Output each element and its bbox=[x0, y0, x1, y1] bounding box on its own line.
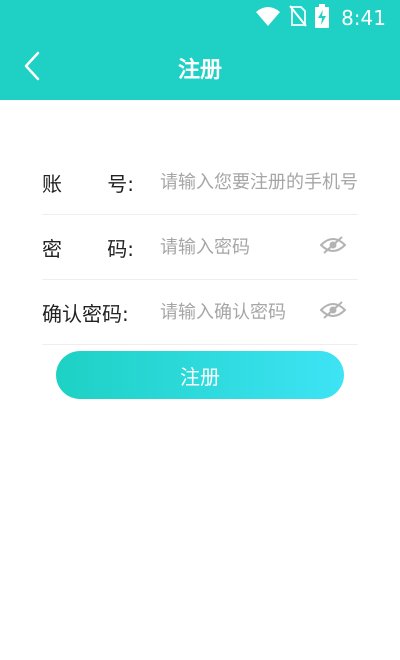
confirm-password-label: 确认密码: bbox=[42, 298, 154, 327]
header: 8:41 注册 bbox=[0, 0, 400, 100]
account-label-part1: 账 bbox=[42, 171, 62, 196]
page-title: 注册 bbox=[177, 58, 222, 83]
password-visibility-toggle[interactable] bbox=[319, 235, 347, 259]
eye-hidden-icon bbox=[319, 300, 347, 324]
status-time: 8:41 bbox=[341, 6, 386, 30]
eye-hidden-icon bbox=[319, 235, 347, 259]
password-label-part1: 密 bbox=[42, 236, 62, 261]
password-label: 密 码: bbox=[42, 233, 154, 262]
battery-charging-icon bbox=[315, 4, 330, 32]
account-input[interactable] bbox=[160, 162, 358, 202]
register-button[interactable]: 注册 bbox=[56, 351, 344, 399]
status-bar: 8:41 bbox=[0, 0, 400, 36]
confirm-password-label-text: 确认密码: bbox=[42, 301, 129, 326]
nav-bar: 注册 bbox=[0, 40, 400, 96]
account-row: 账 号: bbox=[42, 150, 358, 215]
status-icons: 8:41 bbox=[255, 4, 386, 32]
account-label: 账 号: bbox=[42, 168, 154, 197]
register-form: 账 号: 密 码: 确认密码: bbox=[42, 150, 358, 345]
confirm-password-visibility-toggle[interactable] bbox=[319, 300, 347, 324]
account-label-part2: 号: bbox=[107, 171, 134, 196]
confirm-password-row: 确认密码: bbox=[42, 280, 358, 345]
password-label-part2: 码: bbox=[107, 236, 134, 261]
password-row: 密 码: bbox=[42, 215, 358, 280]
no-sim-icon bbox=[289, 5, 307, 31]
wifi-icon bbox=[255, 5, 281, 31]
